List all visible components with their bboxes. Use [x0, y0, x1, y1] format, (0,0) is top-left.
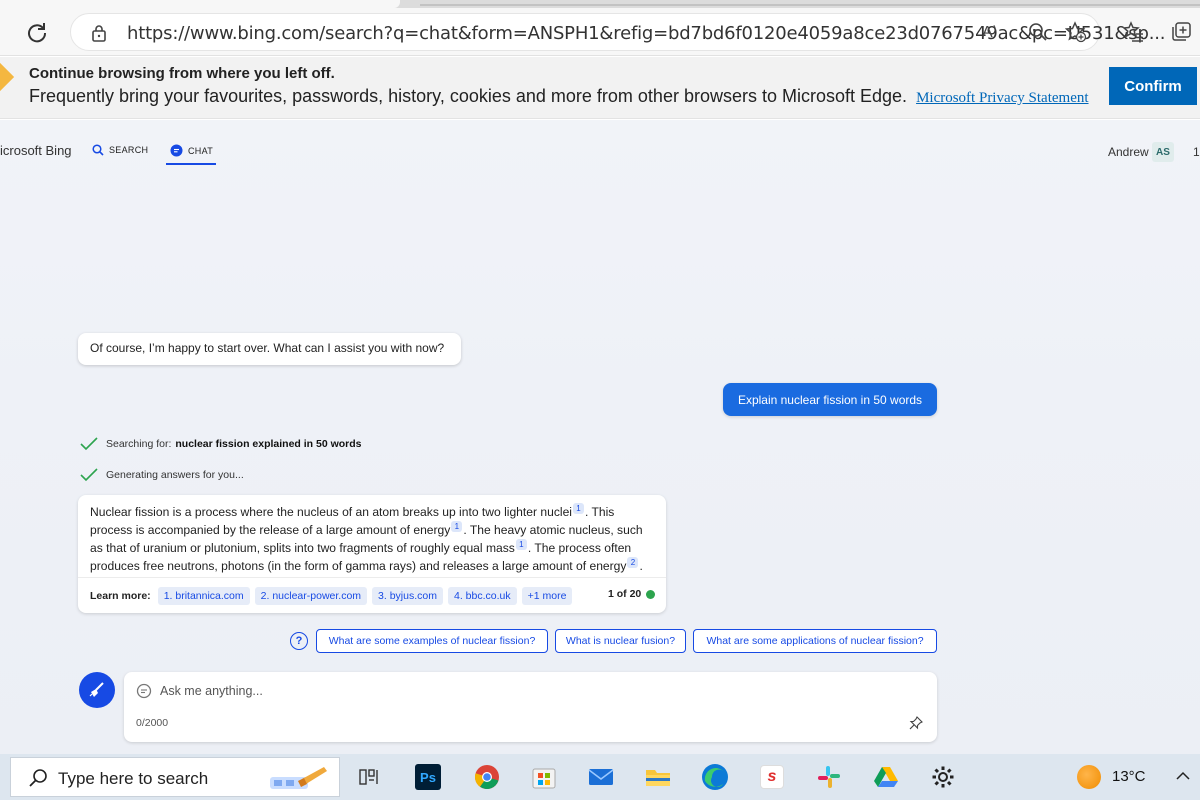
- suggestion-chip[interactable]: What are some applications of nuclear fi…: [693, 629, 937, 653]
- citation-badge[interactable]: 1: [515, 539, 527, 550]
- chevron-up-icon[interactable]: [1175, 768, 1191, 789]
- active-tab[interactable]: [0, 0, 400, 8]
- zoom-icon[interactable]: [1023, 18, 1053, 46]
- infobar-title: Continue browsing from where you left of…: [29, 65, 335, 82]
- edge-icon[interactable]: [700, 762, 730, 792]
- search-icon: [92, 144, 104, 156]
- searching-status: Searching for: nuclear fission explained…: [80, 437, 362, 451]
- checkmark-icon: [80, 468, 98, 482]
- photoshop-icon[interactable]: Ps: [413, 762, 443, 792]
- tab-chat-label: CHAT: [188, 145, 214, 156]
- lock-icon[interactable]: [91, 24, 107, 47]
- searching-label: Searching for:: [106, 438, 172, 450]
- import-data-infobar: Continue browsing from where you left of…: [0, 57, 1200, 119]
- checkmark-icon: [80, 437, 98, 451]
- learn-more-label: Learn more:: [90, 590, 151, 602]
- suggestion-chip[interactable]: What is nuclear fusion?: [555, 629, 686, 653]
- answer-sentence: .: [639, 559, 643, 573]
- file-explorer-icon[interactable]: [643, 762, 673, 792]
- tab-search-label: SEARCH: [109, 145, 149, 155]
- tab-chat[interactable]: CHAT: [170, 144, 213, 157]
- answer-text: Nuclear fission is a process where the n…: [90, 503, 656, 575]
- broom-icon: [89, 682, 104, 697]
- suggestion-chip[interactable]: What are some examples of nuclear fissio…: [316, 629, 548, 653]
- mail-icon[interactable]: [586, 762, 616, 792]
- url-text[interactable]: https://www.bing.com/search?q=chat&form=…: [127, 23, 1165, 44]
- scribd-icon[interactable]: s: [757, 762, 787, 792]
- searching-query: nuclear fission explained in 50 words: [175, 438, 362, 450]
- tab-strip-line: [420, 0, 1200, 6]
- info-bookmark-icon: [0, 62, 15, 92]
- confirm-button[interactable]: Confirm: [1109, 67, 1197, 105]
- search-highlight-paintbrush-icon: [268, 763, 330, 798]
- answer-card: Nuclear fission is a process where the n…: [78, 495, 666, 613]
- photoshop-label: Ps: [415, 764, 441, 790]
- tab-search[interactable]: SEARCH: [92, 144, 148, 156]
- status-dot-icon: [646, 589, 656, 599]
- bing-chat-page: icrosoft Bing SEARCH CHAT Andrew AS 1 Of…: [0, 120, 1200, 754]
- add-favorite-icon[interactable]: [1061, 18, 1091, 46]
- source-link[interactable]: 2. nuclear-power.com: [254, 587, 368, 605]
- slack-icon[interactable]: [814, 762, 844, 792]
- taskbar-search-placeholder: Type here to search: [58, 769, 209, 788]
- help-icon[interactable]: ?: [290, 632, 308, 650]
- citation-badge[interactable]: 2: [627, 557, 639, 568]
- active-tab-indicator: [166, 163, 216, 165]
- privacy-statement-link[interactable]: Microsoft Privacy Statement: [916, 90, 1088, 106]
- char-counter: 0/2000: [136, 717, 169, 729]
- bot-message: Of course, I’m happy to start over. What…: [78, 333, 461, 365]
- bing-logo[interactable]: icrosoft Bing: [0, 143, 72, 158]
- address-bar[interactable]: https://www.bing.com/search?q=chat&form=…: [70, 13, 1165, 51]
- user-name[interactable]: Andrew: [1108, 145, 1149, 159]
- settings-icon[interactable]: [928, 762, 958, 792]
- collections-icon[interactable]: [1166, 18, 1196, 46]
- new-topic-button[interactable]: [79, 672, 115, 708]
- avatar[interactable]: AS: [1152, 142, 1174, 162]
- learn-more-row: Learn more: 1. britannica.com 2. nuclear…: [90, 587, 573, 605]
- user-message: Explain nuclear fission in 50 words: [723, 383, 937, 416]
- source-link[interactable]: 4. bbc.co.uk: [448, 587, 517, 605]
- tab-strip: [0, 0, 1200, 8]
- citation-badge[interactable]: 1: [451, 521, 463, 532]
- pin-icon[interactable]: [909, 716, 923, 735]
- task-view-icon[interactable]: [354, 762, 384, 792]
- infobar-text: Frequently bring your favourites, passwo…: [29, 86, 1089, 107]
- generating-status: Generating answers for you...: [80, 468, 244, 482]
- taskbar-search-box[interactable]: Type here to search: [10, 757, 340, 797]
- weather-sun-icon[interactable]: [1077, 765, 1101, 789]
- divider: [78, 577, 666, 578]
- chat-input-box: 0/2000: [124, 672, 937, 742]
- source-link[interactable]: 3. byjus.com: [372, 587, 443, 605]
- refresh-icon[interactable]: [22, 18, 52, 46]
- windows-taskbar: Type here to search Ps s 13°C: [0, 754, 1200, 800]
- chat-icon: [170, 144, 183, 157]
- source-link[interactable]: 1. britannica.com: [157, 587, 250, 605]
- microsoft-store-icon[interactable]: [529, 762, 559, 792]
- google-drive-icon[interactable]: [871, 762, 901, 792]
- favorites-icon[interactable]: [1118, 18, 1148, 46]
- chat-bubble-icon: [136, 683, 152, 704]
- search-icon: [28, 768, 48, 793]
- citation-badge[interactable]: 1: [572, 503, 584, 514]
- generating-label: Generating answers for you...: [106, 469, 244, 481]
- turn-counter: 1 of 20: [608, 588, 656, 600]
- rewards-count[interactable]: 1: [1193, 145, 1200, 159]
- more-sources-link[interactable]: +1 more: [521, 587, 573, 605]
- infobar-message: Frequently bring your favourites, passwo…: [29, 86, 908, 106]
- browser-toolbar: https://www.bing.com/search?q=chat&form=…: [0, 8, 1200, 56]
- temperature[interactable]: 13°C: [1112, 768, 1146, 785]
- chrome-icon[interactable]: [472, 762, 502, 792]
- answer-sentence: Nuclear fission is a process where the n…: [90, 505, 572, 519]
- read-aloud-icon[interactable]: A⁾: [982, 22, 997, 42]
- ask-input[interactable]: [160, 680, 860, 702]
- turn-counter-text: 1 of 20: [608, 588, 642, 600]
